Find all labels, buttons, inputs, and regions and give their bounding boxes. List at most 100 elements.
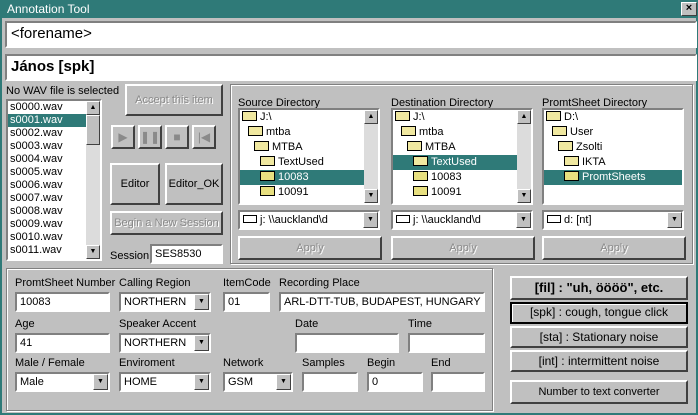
- scroll-down-icon[interactable]: ▼: [86, 245, 100, 259]
- gender-select[interactable]: Male ▼: [15, 372, 110, 392]
- directory-name: 10083: [431, 171, 462, 183]
- fil-tag-button[interactable]: [fil] : "uh, öööö", etc.: [510, 276, 688, 300]
- directory-name: 10091: [431, 186, 462, 198]
- folder-icon: [413, 171, 428, 181]
- scroll-down-icon[interactable]: ▼: [364, 189, 378, 203]
- chevron-down-icon[interactable]: ▼: [93, 374, 108, 390]
- session-field[interactable]: SES8530: [150, 244, 223, 264]
- source-drive-select[interactable]: j: \\auckland\d ▼: [238, 210, 380, 230]
- recording-place-label: Recording Place: [279, 277, 360, 289]
- begin-field[interactable]: 0: [367, 372, 423, 392]
- rewind-button[interactable]: |◀: [192, 125, 216, 149]
- destination-directory-item[interactable]: 10091: [393, 185, 531, 200]
- destination-directory-item[interactable]: mtba: [393, 125, 531, 140]
- chevron-down-icon[interactable]: ▼: [194, 374, 209, 390]
- source-directory-item[interactable]: J:\: [240, 110, 378, 125]
- annotation-text-field[interactable]: János [spk]: [5, 54, 697, 81]
- scroll-up-icon[interactable]: ▲: [364, 110, 378, 124]
- item-code-field[interactable]: 01: [223, 292, 270, 312]
- sta-tag-button[interactable]: [sta] : Stationary noise: [510, 326, 688, 348]
- chevron-down-icon[interactable]: ▼: [276, 374, 291, 390]
- folder-icon: [564, 171, 579, 181]
- chevron-down-icon[interactable]: ▼: [363, 212, 378, 228]
- folder-icon: [254, 141, 269, 151]
- destination-directory-list[interactable]: J:\ mtba MTBA TextUsed 10083 10091 ▲ ▼: [391, 108, 533, 205]
- accept-item-button[interactable]: Accept this item: [125, 84, 223, 116]
- destination-apply-button[interactable]: Apply: [391, 236, 535, 260]
- play-button[interactable]: ▶: [111, 125, 135, 149]
- promtsheet-directory-item[interactable]: PromtSheets: [544, 170, 682, 185]
- directory-name: 10091: [278, 186, 309, 198]
- date-field[interactable]: [295, 333, 399, 353]
- destination-scrollbar[interactable]: ▲ ▼: [517, 110, 531, 203]
- wav-file-list[interactable]: s0000.wav s0001.wav s0002.wav s0003.wav s000…: [6, 99, 102, 261]
- directory-name: Zsolti: [576, 141, 603, 153]
- folder-icon: [413, 186, 428, 196]
- source-directory-item[interactable]: 10083: [240, 170, 378, 185]
- environment-select[interactable]: HOME ▼: [119, 372, 211, 392]
- folder-icon: [401, 126, 416, 136]
- destination-directory-item[interactable]: MTBA: [393, 140, 531, 155]
- source-apply-button[interactable]: Apply: [238, 236, 382, 260]
- source-directory-item[interactable]: MTBA: [240, 140, 378, 155]
- close-button[interactable]: ×: [681, 2, 697, 16]
- speaker-accent-label: Speaker Accent: [119, 318, 197, 330]
- promtsheet-number-field[interactable]: 10083: [15, 292, 110, 312]
- calling-region-value: NORTHERN: [124, 296, 187, 308]
- date-label: Date: [295, 318, 319, 330]
- end-label: End: [431, 357, 451, 369]
- spk-tag-button[interactable]: [spk] : cough, tongue click: [510, 302, 688, 324]
- pause-button[interactable]: ❚❚: [138, 125, 162, 149]
- destination-directory-item[interactable]: 10083: [393, 170, 531, 185]
- destination-directory-item[interactable]: J:\: [393, 110, 531, 125]
- chevron-down-icon[interactable]: ▼: [667, 212, 682, 228]
- scroll-up-icon[interactable]: ▲: [517, 110, 531, 124]
- wav-list-scrollbar[interactable]: ▲ ▼: [86, 101, 100, 259]
- wav-status-label: No WAV file is selected: [6, 85, 120, 97]
- int-tag-button[interactable]: [int] : intermittent noise: [510, 350, 688, 372]
- source-scrollbar[interactable]: ▲ ▼: [364, 110, 378, 203]
- forename-text-field[interactable]: <forename>: [5, 21, 697, 48]
- promtsheet-directory-item[interactable]: User: [544, 125, 682, 140]
- destination-directory-item[interactable]: TextUsed: [393, 155, 531, 170]
- folder-icon: [248, 126, 263, 136]
- source-directory-item[interactable]: mtba: [240, 125, 378, 140]
- promtsheet-directory-item[interactable]: Zsolti: [544, 140, 682, 155]
- promtsheet-drive-select[interactable]: d: [nt] ▼: [542, 210, 684, 230]
- source-directory-list[interactable]: J:\ mtba MTBA TextUsed 10083 10091 ▲ ▼: [238, 108, 380, 205]
- scroll-thumb[interactable]: [86, 115, 100, 145]
- source-directory-item[interactable]: TextUsed: [240, 155, 378, 170]
- directory-name: mtba: [419, 126, 444, 138]
- scroll-up-icon[interactable]: ▲: [86, 101, 100, 115]
- promtsheet-apply-button[interactable]: Apply: [542, 236, 686, 260]
- chevron-down-icon[interactable]: ▼: [194, 294, 209, 310]
- source-directory-item[interactable]: 10091: [240, 185, 378, 200]
- speaker-accent-select[interactable]: NORTHERN ▼: [119, 333, 211, 353]
- new-session-button[interactable]: Begin a New Session: [110, 211, 223, 235]
- promtsheet-directory-item[interactable]: IKTA: [544, 155, 682, 170]
- chevron-down-icon[interactable]: ▼: [516, 212, 531, 228]
- directory-name: MTBA: [272, 141, 303, 153]
- stop-button[interactable]: ■: [165, 125, 189, 149]
- promtsheet-directory-item[interactable]: D:\: [544, 110, 682, 125]
- end-field[interactable]: [431, 372, 485, 392]
- directory-name: User: [570, 126, 594, 138]
- age-field[interactable]: 41: [15, 333, 110, 353]
- editor-button[interactable]: Editor: [110, 163, 160, 205]
- samples-field[interactable]: [302, 372, 358, 392]
- number-converter-button[interactable]: Number to text converter: [510, 380, 688, 404]
- promtsheet-number-label: PromtSheet Number: [15, 277, 116, 289]
- network-select[interactable]: GSM ▼: [223, 372, 293, 392]
- destination-drive-select[interactable]: j: \\auckland\d ▼: [391, 210, 533, 230]
- promtsheet-rows: D:\ User Zsolti IKTA PromtSheets: [544, 110, 682, 185]
- promtsheet-directory-list[interactable]: D:\ User Zsolti IKTA PromtSheets: [542, 108, 684, 205]
- directory-name: D:\: [564, 111, 579, 123]
- recording-place-field[interactable]: ARL-DTT-TUB, BUDAPEST, HUNGARY: [279, 292, 485, 312]
- network-label: Network: [223, 357, 264, 369]
- chevron-down-icon[interactable]: ▼: [194, 335, 209, 351]
- time-field[interactable]: [408, 333, 485, 353]
- promtsheet-drive-value: d: [nt]: [564, 214, 592, 226]
- editor-ok-button[interactable]: Editor_OK: [165, 163, 223, 205]
- calling-region-select[interactable]: NORTHERN ▼: [119, 292, 211, 312]
- scroll-down-icon[interactable]: ▼: [517, 189, 531, 203]
